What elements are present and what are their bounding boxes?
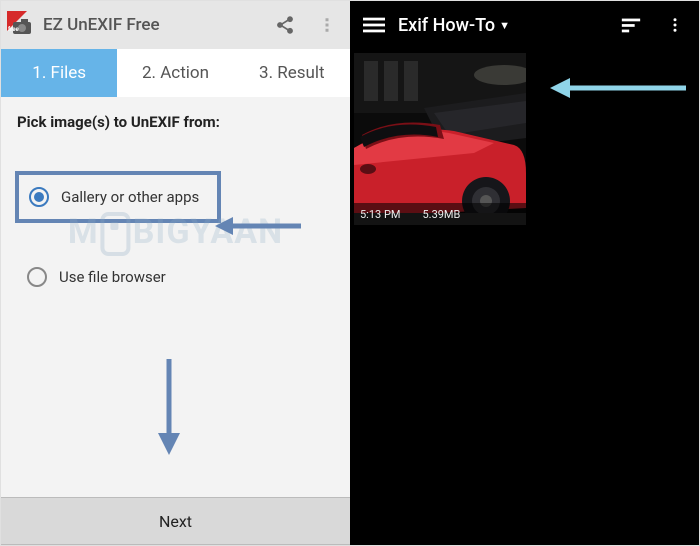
left-body: Pick image(s) to UnEXIF from: MBIGYAAN G… bbox=[1, 97, 350, 497]
share-icon[interactable] bbox=[268, 8, 302, 42]
right-pane: Exif How-To ▼ bbox=[350, 1, 699, 545]
tab-label: 3. Result bbox=[259, 63, 325, 83]
thumbnail-image bbox=[354, 53, 526, 225]
option-label: Use file browser bbox=[59, 268, 166, 286]
option-file-browser[interactable]: Use file browser bbox=[21, 257, 336, 297]
svg-text:free: free bbox=[8, 26, 20, 33]
option-label: Gallery or other apps bbox=[61, 188, 199, 206]
tab-result[interactable]: 3. Result bbox=[234, 49, 350, 97]
thumbnail-info-overlay: 5:13 PM 5.39MB bbox=[354, 203, 526, 225]
album-title-dropdown[interactable]: Exif How-To ▼ bbox=[398, 15, 607, 36]
tab-action[interactable]: 2. Action bbox=[117, 49, 233, 97]
album-title: Exif How-To bbox=[398, 15, 495, 36]
thumbnail-size: 5.39MB bbox=[422, 208, 460, 221]
tab-label: 1. Files bbox=[32, 63, 86, 83]
left-header: free EZ UnEXIF Free bbox=[1, 1, 350, 49]
next-button-label: Next bbox=[159, 512, 192, 531]
option-gallery[interactable]: Gallery or other apps bbox=[23, 177, 213, 217]
radio-checked-icon bbox=[29, 187, 49, 207]
annotation-arrow-down bbox=[151, 357, 187, 457]
tab-label: 2. Action bbox=[142, 63, 209, 83]
highlight-box-gallery: Gallery or other apps bbox=[15, 171, 221, 223]
thumbnail-time: 5:13 PM bbox=[360, 208, 400, 221]
image-thumbnail[interactable]: 5:13 PM 5.39MB bbox=[354, 53, 526, 225]
right-header: Exif How-To ▼ bbox=[350, 1, 699, 49]
overflow-menu-icon[interactable] bbox=[655, 5, 695, 45]
app-icon: free bbox=[7, 11, 35, 39]
left-pane: free EZ UnEXIF Free 1. Files 2. Action 3… bbox=[1, 1, 350, 545]
chevron-down-icon: ▼ bbox=[499, 19, 510, 32]
tab-files[interactable]: 1. Files bbox=[1, 49, 117, 97]
overflow-menu-icon[interactable] bbox=[310, 8, 344, 42]
annotation-arrow-thumbnail bbox=[548, 73, 688, 103]
step-tabs: 1. Files 2. Action 3. Result bbox=[1, 49, 350, 97]
hamburger-menu-icon[interactable] bbox=[354, 5, 394, 45]
prompt-text: Pick image(s) to UnEXIF from: bbox=[17, 113, 336, 131]
sort-icon[interactable] bbox=[611, 5, 651, 45]
dual-screenshot-frame: free EZ UnEXIF Free 1. Files 2. Action 3… bbox=[0, 0, 700, 546]
next-button[interactable]: Next bbox=[1, 497, 350, 545]
app-title: EZ UnEXIF Free bbox=[43, 15, 260, 35]
radio-unchecked-icon bbox=[27, 267, 47, 287]
annotation-arrow-left bbox=[213, 211, 303, 241]
